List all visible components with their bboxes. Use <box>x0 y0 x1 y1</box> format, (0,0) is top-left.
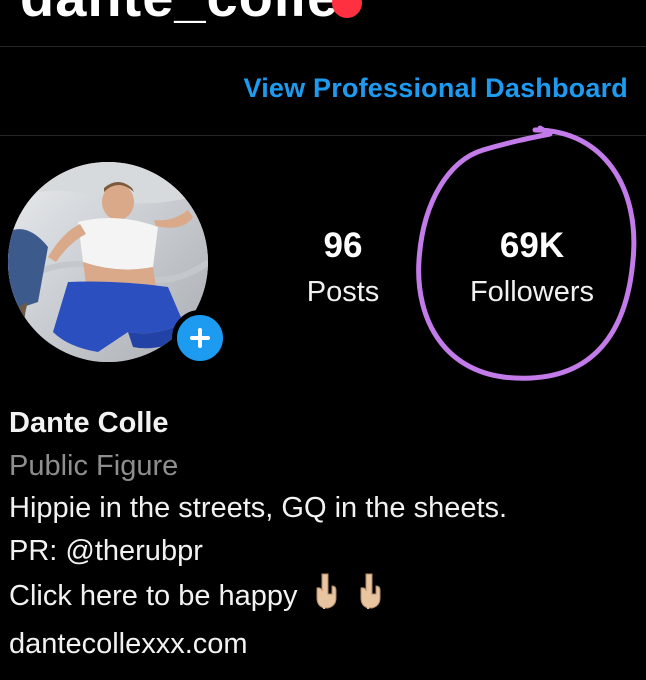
posts-label: Posts <box>306 276 380 308</box>
add-story-button[interactable] <box>172 310 228 366</box>
bio-line: Hippie in the streets, GQ in the sheets. <box>9 492 508 524</box>
view-professional-dashboard-link[interactable]: View Professional Dashboard <box>243 73 628 104</box>
pointing-down-hand-icon <box>312 572 342 623</box>
posts-stat[interactable]: 96 Posts <box>288 226 398 309</box>
annotation-circle <box>416 125 637 381</box>
posts-count: 96 <box>323 226 363 265</box>
website-link[interactable]: dantecollexxx.com <box>9 623 639 666</box>
avatar-container[interactable] <box>8 162 228 366</box>
profile-screen: dante_colle View Professional Dashboard <box>0 0 646 680</box>
pointing-down-hand-icon <box>356 572 386 623</box>
profile-category: Public Figure <box>9 449 179 482</box>
profile-username: dante_colle <box>20 0 339 29</box>
plus-icon <box>190 328 210 348</box>
divider <box>0 46 646 47</box>
bio-line[interactable]: PR: @therubpr <box>9 530 639 573</box>
bio-section: Dante Colle Public Figure Hippie in the … <box>9 402 639 665</box>
bio-line-with-emoji: Click here to be happy <box>9 572 639 623</box>
bio-line: Click here to be happy <box>9 579 298 612</box>
profile-name: Dante Colle <box>9 407 169 439</box>
